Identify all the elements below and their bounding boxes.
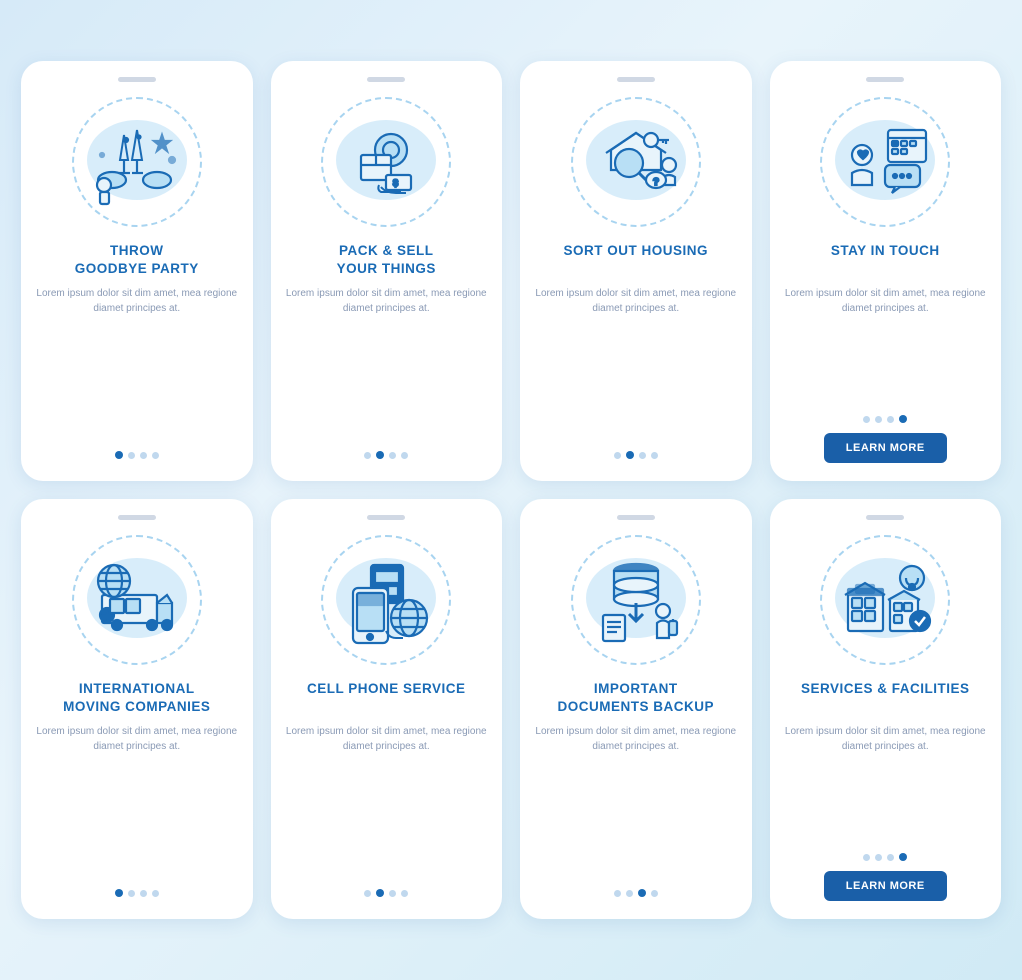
card-body-documents-backup: Lorem ipsum dolor sit dim amet, mea regi…: [534, 724, 738, 879]
illustration-pack-sell: $: [316, 92, 456, 232]
card-body-cell-phone: Lorem ipsum dolor sit dim amet, mea regi…: [285, 724, 489, 879]
pagination-dots-cell-phone: [364, 889, 408, 897]
card-title-services-facilities: SERVICES & FACILITIES: [801, 680, 970, 716]
dot-3: [401, 452, 408, 459]
icon-touch: [830, 105, 940, 220]
dot-3: [899, 853, 907, 861]
card-title-sort-housing: SORT OUT HOUSING: [563, 242, 708, 278]
card-title-stay-in-touch: STAY IN TOUCH: [831, 242, 940, 278]
phone-notch: [367, 77, 405, 82]
dot-1: [376, 451, 384, 459]
icon-pack: $: [331, 105, 441, 220]
dot-1: [875, 854, 882, 861]
phone-card-cell-phone: CELL PHONE SERVICE Lorem ipsum dolor sit…: [271, 499, 503, 919]
phone-notch: [866, 515, 904, 520]
dot-2: [140, 890, 147, 897]
card-grid: THROWGOODBYE PARTY Lorem ipsum dolor sit…: [21, 61, 1001, 919]
illustration-cell-phone: [316, 530, 456, 670]
illustration-throw-goodbye-party: [67, 92, 207, 232]
pagination-dots-international-moving: [115, 889, 159, 897]
illustration-stay-in-touch: [815, 92, 955, 232]
pagination-dots-services-facilities: [863, 853, 907, 861]
phone-card-international-moving: ★ INTERNATIONALMOVING COMPANIES Lorem ip…: [21, 499, 253, 919]
card-title-cell-phone: CELL PHONE SERVICE: [307, 680, 466, 716]
phone-notch: [118, 515, 156, 520]
pagination-dots-pack-sell: [364, 451, 408, 459]
dot-3: [899, 415, 907, 423]
dot-1: [128, 890, 135, 897]
card-body-throw-goodbye-party: Lorem ipsum dolor sit dim amet, mea regi…: [35, 286, 239, 441]
phone-card-pack-sell: $ PACK & SELLYOUR THINGS Lorem ipsum dol…: [271, 61, 503, 481]
dot-0: [863, 416, 870, 423]
dot-2: [389, 890, 396, 897]
phone-card-documents-backup: IMPORTANTDOCUMENTS BACKUP Lorem ipsum do…: [520, 499, 752, 919]
dot-2: [389, 452, 396, 459]
phone-notch: [866, 77, 904, 82]
dot-3: [401, 890, 408, 897]
dot-1: [626, 451, 634, 459]
pagination-dots-sort-housing: [614, 451, 658, 459]
card-title-pack-sell: PACK & SELLYOUR THINGS: [337, 242, 436, 278]
phone-card-stay-in-touch: STAY IN TOUCH Lorem ipsum dolor sit dim …: [770, 61, 1002, 481]
dot-0: [115, 451, 123, 459]
dot-0: [614, 452, 621, 459]
pagination-dots-stay-in-touch: [863, 415, 907, 423]
pagination-dots-documents-backup: [614, 889, 658, 897]
dot-1: [626, 890, 633, 897]
card-title-documents-backup: IMPORTANTDOCUMENTS BACKUP: [558, 680, 715, 716]
dot-2: [639, 452, 646, 459]
phone-card-services-facilities: SERVICES & FACILITIES Lorem ipsum dolor …: [770, 499, 1002, 919]
learn-more-button-stay-in-touch[interactable]: LEARN MORE: [824, 433, 947, 463]
dot-3: [651, 452, 658, 459]
dot-3: [152, 890, 159, 897]
card-body-pack-sell: Lorem ipsum dolor sit dim amet, mea regi…: [285, 286, 489, 441]
phone-notch: [617, 515, 655, 520]
card-title-throw-goodbye-party: THROWGOODBYE PARTY: [75, 242, 199, 278]
icon-documents: [581, 543, 691, 658]
illustration-sort-housing: ?: [566, 92, 706, 232]
icon-facilities: [830, 543, 940, 658]
dot-0: [364, 452, 371, 459]
phone-card-sort-housing: ? SORT OUT HOUSING Lorem ipsum dolor sit…: [520, 61, 752, 481]
card-body-stay-in-touch: Lorem ipsum dolor sit dim amet, mea regi…: [784, 286, 988, 405]
dot-0: [115, 889, 123, 897]
dot-1: [376, 889, 384, 897]
dot-2: [887, 416, 894, 423]
card-body-sort-housing: Lorem ipsum dolor sit dim amet, mea regi…: [534, 286, 738, 441]
dot-3: [651, 890, 658, 897]
phone-notch: [617, 77, 655, 82]
dot-1: [128, 452, 135, 459]
svg-text:$: $: [393, 178, 398, 188]
dot-2: [638, 889, 646, 897]
learn-more-button-services-facilities[interactable]: LEARN MORE: [824, 871, 947, 901]
card-title-international-moving: INTERNATIONALMOVING COMPANIES: [63, 680, 210, 716]
svg-text:?: ?: [653, 177, 659, 188]
pagination-dots-throw-goodbye-party: [115, 451, 159, 459]
dot-0: [614, 890, 621, 897]
dot-2: [140, 452, 147, 459]
dot-0: [863, 854, 870, 861]
dot-3: [152, 452, 159, 459]
icon-party: [82, 105, 192, 220]
illustration-documents-backup: [566, 530, 706, 670]
dot-2: [887, 854, 894, 861]
phone-notch: [367, 515, 405, 520]
illustration-international-moving: ★: [67, 530, 207, 670]
illustration-services-facilities: [815, 530, 955, 670]
phone-notch: [118, 77, 156, 82]
card-body-services-facilities: Lorem ipsum dolor sit dim amet, mea regi…: [784, 724, 988, 843]
icon-phone: [331, 543, 441, 658]
dot-1: [875, 416, 882, 423]
dot-0: [364, 890, 371, 897]
icon-moving: ★: [82, 543, 192, 658]
icon-housing: ?: [581, 105, 691, 220]
card-body-international-moving: Lorem ipsum dolor sit dim amet, mea regi…: [35, 724, 239, 879]
phone-card-throw-goodbye-party: THROWGOODBYE PARTY Lorem ipsum dolor sit…: [21, 61, 253, 481]
